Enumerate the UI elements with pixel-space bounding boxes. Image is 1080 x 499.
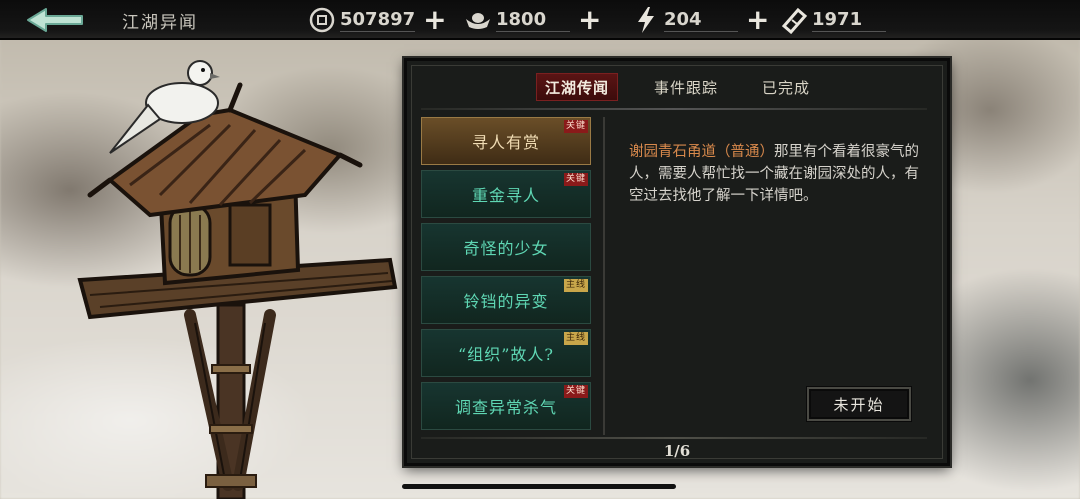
- location-name: 谢园青石甬道（普通）: [629, 144, 774, 160]
- event-description: 谢园青石甬道（普通）那里有个看着很豪气的人，需要人帮忙找一个藏在谢园深处的人，有…: [629, 141, 919, 207]
- key-tag-badge: 关键: [563, 173, 588, 186]
- list-item[interactable]: 重金寻人 关键: [421, 170, 591, 218]
- event-label: 调查异常杀气: [454, 398, 557, 417]
- resource-energy: 204 +: [632, 4, 769, 36]
- ticket-value: 1971: [812, 9, 886, 32]
- resource-ticket: 1971: [780, 4, 886, 36]
- ticket-icon: [780, 6, 808, 34]
- home-indicator-bar[interactable]: [402, 484, 676, 489]
- main-quest-tag-badge: 主线: [563, 332, 588, 345]
- event-list: 寻人有赏 关键 重金寻人 关键 奇怪的少女 铃铛的异变 主线 “组织”故人? 主…: [421, 117, 591, 430]
- lightning-icon: [632, 6, 660, 34]
- event-label: 寻人有赏: [471, 133, 540, 152]
- panel-tabs: 江湖传闻 事件跟踪 已完成: [407, 61, 947, 111]
- pigeon-birdhouse-illustration: [77, 60, 398, 499]
- screen-title: 江湖异闻: [122, 13, 198, 33]
- back-button[interactable]: [24, 5, 88, 35]
- status-not-started-button[interactable]: 未开始: [807, 387, 911, 421]
- add-silver-button[interactable]: +: [578, 6, 601, 34]
- add-energy-button[interactable]: +: [746, 6, 769, 34]
- coin-icon: [308, 6, 336, 34]
- add-coin-button[interactable]: +: [423, 6, 446, 34]
- main-quest-tag-badge: 主线: [563, 279, 588, 292]
- coin-value: 507897: [340, 8, 416, 32]
- tab-event-tracking[interactable]: 事件跟踪: [646, 73, 726, 101]
- event-label: 重金寻人: [471, 186, 540, 205]
- key-tag-badge: 关键: [563, 385, 588, 398]
- tab-completed[interactable]: 已完成: [754, 73, 818, 101]
- energy-value: 204: [664, 9, 738, 32]
- pager-divider: [421, 437, 927, 439]
- back-arrow-icon: [27, 8, 83, 32]
- resource-silver: 1800 +: [464, 4, 601, 36]
- list-item[interactable]: “组织”故人? 主线: [421, 329, 591, 377]
- resource-coin: 507897 +: [308, 4, 447, 36]
- silver-value: 1800: [496, 9, 570, 32]
- tabs-divider: [421, 108, 927, 110]
- tab-jianghu-rumors[interactable]: 江湖传闻: [535, 73, 618, 101]
- list-divider: [603, 117, 605, 435]
- top-resource-bar: 江湖异闻 507897 + 1800 + 204 + 1971: [0, 0, 1080, 40]
- event-label: 奇怪的少女: [463, 239, 549, 258]
- list-item[interactable]: 奇怪的少女: [421, 223, 591, 271]
- event-label: 铃铛的异变: [463, 292, 549, 311]
- list-item[interactable]: 铃铛的异变 主线: [421, 276, 591, 324]
- event-label: “组织”故人?: [458, 345, 554, 364]
- silver-ingot-icon: [464, 6, 492, 34]
- list-item[interactable]: 寻人有赏 关键: [421, 117, 591, 165]
- key-tag-badge: 关键: [563, 120, 588, 133]
- page-indicator: 1/6: [663, 442, 691, 460]
- list-item[interactable]: 调查异常杀气 关键: [421, 382, 591, 430]
- rumors-panel: 江湖传闻 事件跟踪 已完成 寻人有赏 关键 重金寻人 关键 奇怪的少女 铃铛的异…: [404, 58, 950, 466]
